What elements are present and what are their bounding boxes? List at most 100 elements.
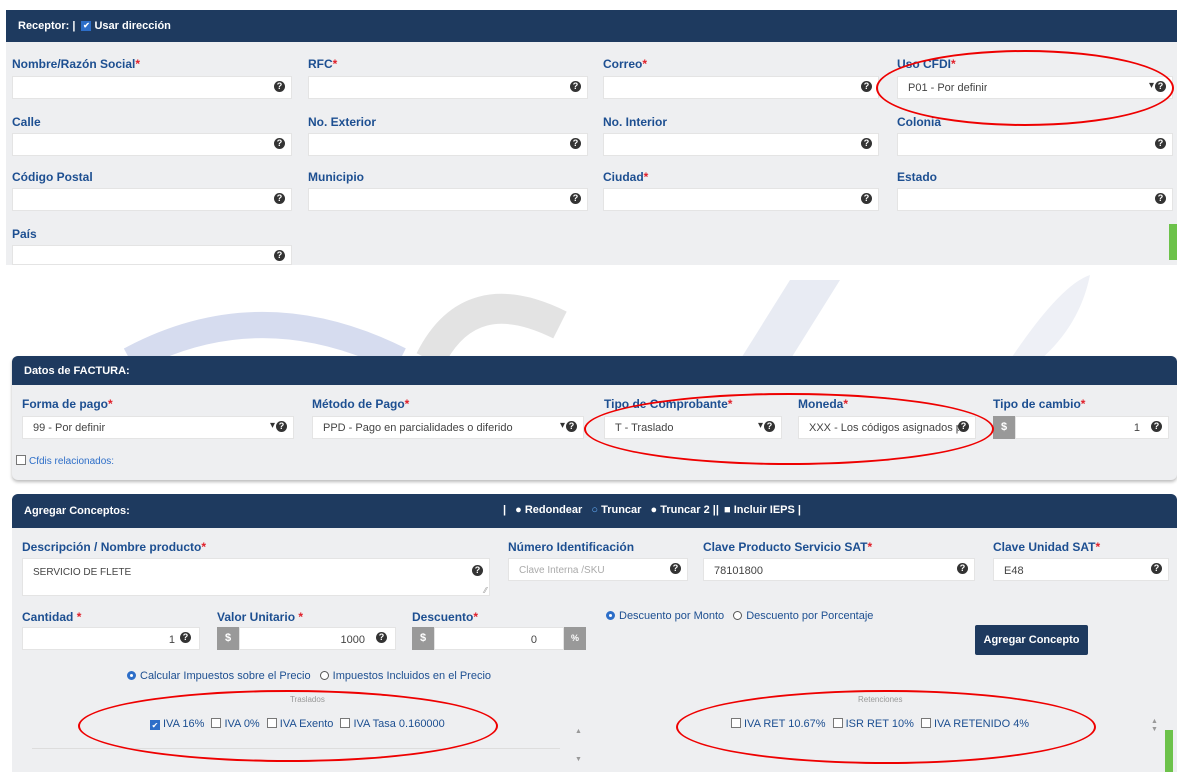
clave-unidad-input[interactable]: E48 ?: [993, 558, 1169, 581]
retenciones-scrollbar[interactable]: ▲ ▼: [1151, 718, 1158, 734]
codigo-postal-input[interactable]: ?: [12, 188, 292, 211]
help-icon[interactable]: ?: [274, 81, 285, 92]
descripcion-textarea[interactable]: SERVICIO DE FLETE ? ⁄⁄: [22, 558, 490, 596]
pais-label: País: [12, 227, 37, 241]
descuento-label: Descuento*: [412, 610, 479, 624]
help-icon[interactable]: ?: [861, 138, 872, 149]
radio-redondear[interactable]: ● Redondear: [515, 504, 582, 516]
valor-unitario-input[interactable]: 1000 ?: [239, 627, 396, 650]
rfc-input[interactable]: ?: [308, 76, 588, 99]
calle-label: Calle: [12, 115, 41, 129]
help-icon[interactable]: ?: [670, 563, 681, 574]
numero-id-label: Número Identificación: [508, 540, 635, 554]
correo-label: Correo*: [603, 57, 648, 71]
municipio-input[interactable]: ?: [308, 188, 588, 211]
help-icon[interactable]: ?: [861, 81, 872, 92]
forma-pago-select[interactable]: 99 - Por definir ▾ ?: [22, 416, 294, 439]
percent-addon: %: [564, 627, 586, 650]
codigo-postal-label: Código Postal: [12, 170, 93, 184]
receptor-header-label: Receptor: |: [18, 20, 76, 32]
help-icon[interactable]: ?: [472, 565, 483, 576]
radio-incluidos-precio[interactable]: Impuestos Incluidos en el Precio: [319, 670, 491, 682]
radio-truncar[interactable]: ○ Truncar: [591, 504, 641, 516]
descuento-input[interactable]: 0: [434, 627, 564, 650]
factura-header: Datos de FACTURA:: [12, 356, 1177, 385]
valor-unitario-label: Valor Unitario *: [217, 610, 304, 624]
tipo-cambio-input[interactable]: 1 ?: [1015, 416, 1169, 439]
metodo-pago-value: PPD - Pago en parcialidades o diferido: [323, 422, 513, 434]
usar-direccion-label: Usar dirección: [94, 20, 171, 32]
help-icon[interactable]: ?: [276, 421, 287, 432]
help-icon[interactable]: ?: [1155, 193, 1166, 204]
currency-addon: $: [412, 627, 434, 650]
rounding-options: | ● Redondear ○ Truncar ● Truncar 2 || ■…: [503, 504, 801, 516]
valor-unitario-value: 1000: [340, 634, 365, 646]
help-icon[interactable]: ?: [1155, 138, 1166, 149]
help-icon[interactable]: ?: [274, 250, 285, 261]
tipo-cambio-value: 1: [1133, 422, 1140, 434]
annotation-ellipse: [676, 690, 1096, 764]
caret-down-icon: ▾: [269, 420, 275, 431]
checkbox-ieps[interactable]: ■ Incluir IEPS |: [724, 504, 801, 516]
metodo-pago-select[interactable]: PPD - Pago en parcialidades o diferido ▾…: [312, 416, 584, 439]
clave-unidad-label: Clave Unidad SAT*: [993, 540, 1101, 554]
help-icon[interactable]: ?: [861, 193, 872, 204]
help-icon[interactable]: ?: [376, 632, 387, 643]
cantidad-label: Cantidad *: [22, 610, 82, 624]
metodo-pago-label: Método de Pago*: [312, 397, 410, 411]
currency-addon: $: [217, 627, 239, 650]
help-icon[interactable]: ?: [274, 138, 285, 149]
radio-calcular-precio[interactable]: Calcular Impuestos sobre el Precio: [127, 670, 311, 682]
radio-descuento-monto[interactable]: Descuento por Monto: [606, 610, 724, 622]
currency-addon: $: [993, 416, 1015, 439]
traslados-scrollbar[interactable]: ▲ ▼: [575, 718, 582, 774]
side-scroll-indicator: [1169, 224, 1177, 260]
help-icon[interactable]: ?: [566, 421, 577, 432]
conceptos-header-label: Agregar Conceptos:: [24, 505, 130, 517]
descuento-tipo-options: Descuento por Monto Descuento por Porcen…: [606, 610, 873, 622]
clave-prod-label: Clave Producto Servicio SAT*: [703, 540, 873, 554]
no-interior-label: No. Interior: [603, 115, 668, 129]
tipo-cambio-label: Tipo de cambio*: [993, 397, 1086, 411]
numero-id-placeholder: Clave Interna /SKU: [519, 565, 605, 576]
help-icon[interactable]: ?: [274, 193, 285, 204]
annotation-ellipse: [584, 393, 994, 465]
usar-direccion-checkbox[interactable]: ✔: [81, 21, 92, 31]
resize-handle-icon[interactable]: ⁄⁄: [484, 586, 487, 595]
cfdis-label: Cfdis relacionados:: [29, 456, 115, 467]
ciudad-label: Ciudad*: [603, 170, 649, 184]
help-icon[interactable]: ?: [180, 632, 191, 643]
correo-input[interactable]: ?: [603, 76, 879, 99]
watermark-graphic: [123, 275, 1090, 360]
no-interior-input[interactable]: ?: [603, 133, 879, 156]
clave-prod-value: 78101800: [714, 565, 763, 577]
municipio-label: Municipio: [308, 170, 364, 184]
help-icon[interactable]: ?: [1151, 421, 1162, 432]
clave-prod-input[interactable]: 78101800 ?: [703, 558, 975, 581]
no-exterior-input[interactable]: ?: [308, 133, 588, 156]
help-icon[interactable]: ?: [570, 138, 581, 149]
no-exterior-label: No. Exterior: [308, 115, 377, 129]
help-icon[interactable]: ?: [570, 193, 581, 204]
radio-descuento-porcentaje[interactable]: Descuento por Porcentaje: [733, 610, 873, 622]
cantidad-input[interactable]: 1 ?: [22, 627, 200, 650]
colonia-input[interactable]: ?: [897, 133, 1173, 156]
help-icon[interactable]: ?: [570, 81, 581, 92]
numero-id-input[interactable]: Clave Interna /SKU ?: [508, 558, 688, 581]
ciudad-input[interactable]: ?: [603, 188, 879, 211]
nombre-input[interactable]: ?: [12, 76, 292, 99]
clave-unidad-value: E48: [1004, 565, 1024, 577]
estado-input[interactable]: ?: [897, 188, 1173, 211]
cfdis-checkbox[interactable]: [16, 455, 26, 465]
radio-truncar2[interactable]: ● Truncar 2 ||: [651, 504, 719, 516]
calculo-impuestos-options: Calcular Impuestos sobre el Precio Impue…: [127, 670, 491, 682]
calle-input[interactable]: ?: [12, 133, 292, 156]
cantidad-value: 1: [168, 634, 175, 646]
factura-header-label: Datos de FACTURA:: [24, 364, 130, 377]
pais-input[interactable]: ?: [12, 245, 292, 265]
agregar-concepto-button[interactable]: Agregar Concepto: [975, 625, 1088, 655]
annotation-ellipse: [876, 50, 1174, 126]
cfdis-relacionados[interactable]: Cfdis relacionados:: [16, 455, 114, 467]
help-icon[interactable]: ?: [957, 563, 968, 574]
help-icon[interactable]: ?: [1151, 563, 1162, 574]
